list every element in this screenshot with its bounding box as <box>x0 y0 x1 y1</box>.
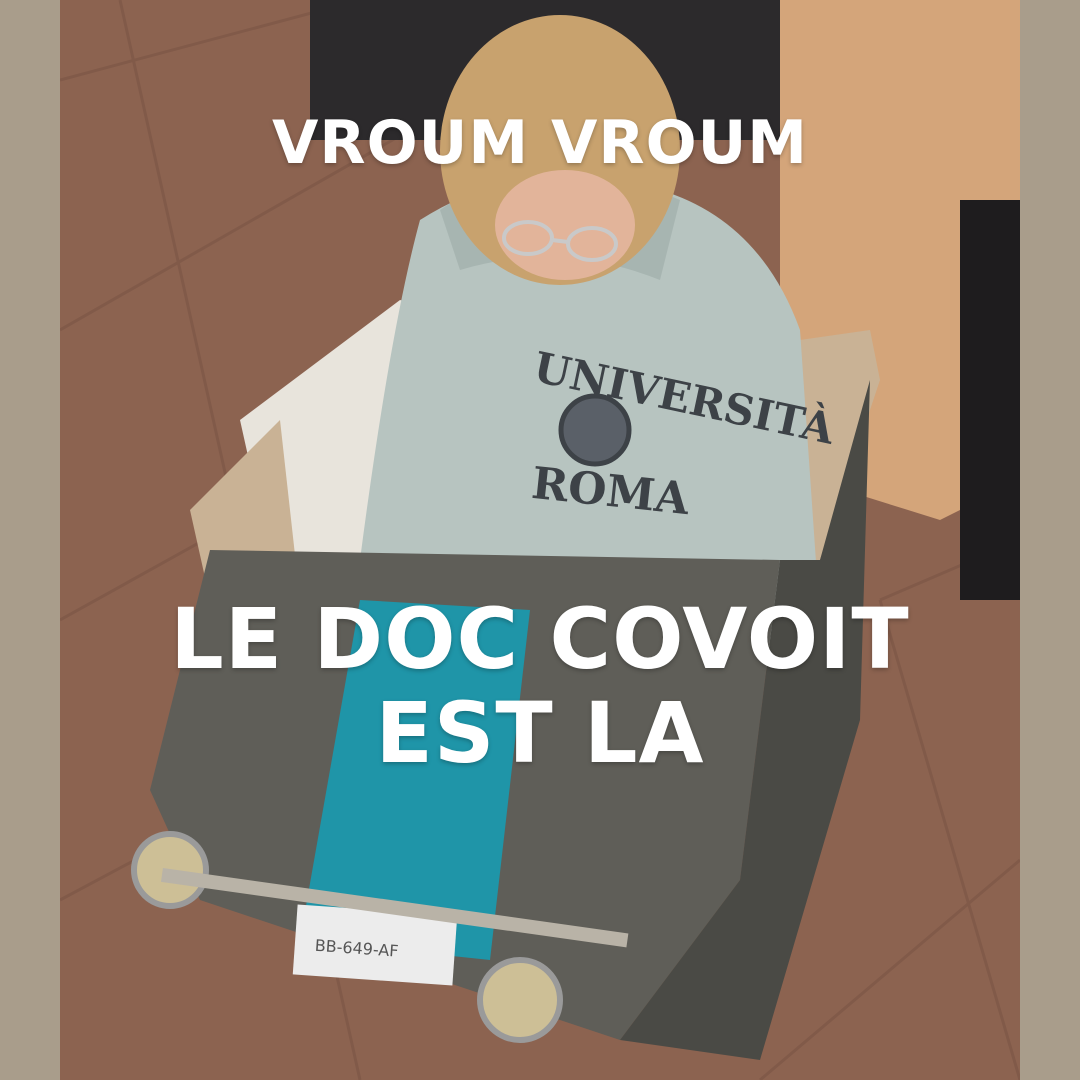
caption-main: LE DOC COVOIT EST LA <box>60 592 1020 780</box>
sweatshirt-seal <box>558 393 632 467</box>
dark-object-right <box>960 200 1020 600</box>
caption-main-line1: LE DOC COVOIT <box>170 590 910 688</box>
image-frame: UNIVERSITÀ ROMA BB-649-AF VROUM VROUM LE… <box>0 0 1080 1080</box>
caption-main-line2: EST LA <box>375 684 705 782</box>
caption-top: VROUM VROUM <box>271 108 809 178</box>
headlight-right <box>477 957 563 1043</box>
